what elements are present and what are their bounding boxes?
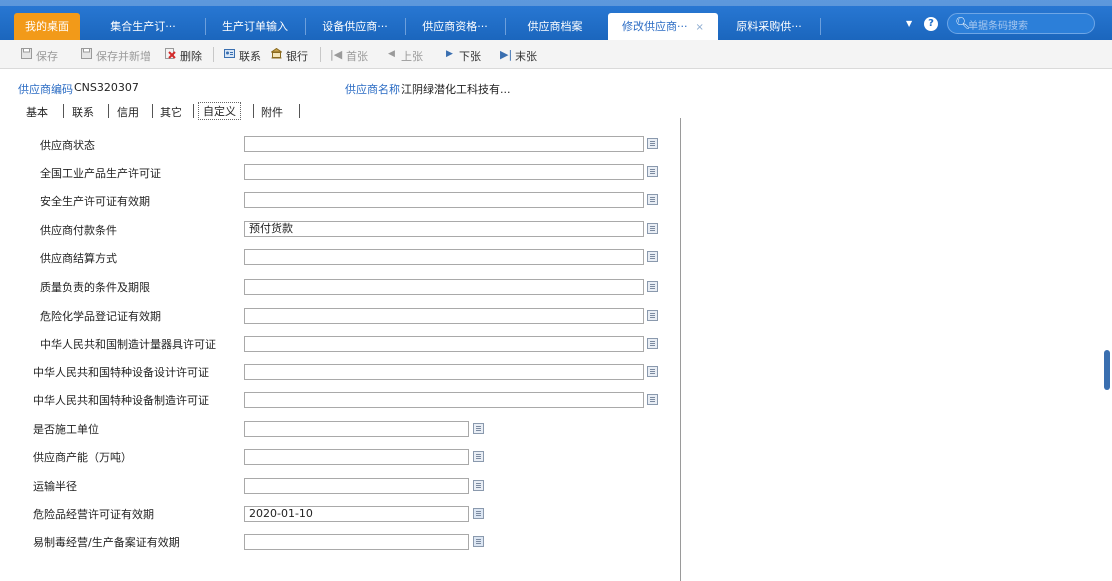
bank-button[interactable]: 银行 [286,48,308,64]
lookup-icon[interactable] [647,366,658,377]
tab-label: 我的桌面 [25,20,69,33]
supplier-status-input[interactable] [244,136,644,152]
search-input[interactable]: 🔍︎ 单据条码搜索 [947,13,1095,34]
search-placeholder: 单据条码搜索 [968,21,1028,32]
tab-supplier-archive[interactable]: 供应商档案 [508,13,602,40]
field-label: 危险品经营许可证有效期 [33,508,154,521]
tab-label: 生产订单输入 [222,20,288,33]
previous-record-button[interactable]: 上张 [401,48,423,64]
settlement-method-input[interactable] [244,249,644,265]
save-and-new-button[interactable]: 保存并新增 [96,48,151,64]
chevron-down-icon[interactable]: ▼ [906,19,912,28]
save-button[interactable]: 保存 [36,48,58,64]
next-icon: ▶ [446,49,453,59]
lookup-icon[interactable] [647,310,658,321]
lookup-icon[interactable] [647,281,658,292]
tab-label: 集合生产订··· [110,20,176,33]
field-label: 供应商结算方式 [40,252,117,265]
subtab-custom[interactable]: 自定义 [198,102,241,120]
dangerous-goods-license-date-input[interactable]: 2020-01-10 [244,506,469,522]
contact-button[interactable]: 联系 [239,48,261,64]
lookup-icon[interactable] [647,251,658,262]
lookup-icon[interactable] [473,451,484,462]
delete-icon [165,48,176,59]
lookup-icon[interactable] [647,138,658,149]
transport-radius-input[interactable] [244,478,469,494]
supplier-name-label: 供应商名称 [345,83,400,96]
first-record-button[interactable]: 首张 [346,48,368,64]
next-record-button[interactable]: 下张 [459,48,481,64]
special-equipment-design-license-input[interactable] [244,364,644,380]
tab-production-order-input[interactable]: 生产订单输入 [208,13,302,40]
subtab-contact[interactable]: 联系 [72,104,94,120]
panel-divider [680,118,681,581]
field-label: 中华人民共和国特种设备设计许可证 [33,366,209,379]
tab-label: 设备供应商··· [322,20,388,33]
tab-label: 供应商档案 [527,20,583,33]
tab-my-desktop[interactable]: 我的桌面 [14,13,80,40]
lookup-icon[interactable] [473,480,484,491]
delete-button[interactable]: 删除 [180,48,202,64]
field-label: 全国工业产品生产许可证 [40,167,161,180]
safety-license-validity-input[interactable] [244,192,644,208]
lookup-icon[interactable] [647,394,658,405]
save-icon [21,48,32,59]
field-label: 供应商产能（万吨） [33,451,132,464]
supplier-code-value: CNS320307 [74,81,139,94]
scrollbar-handle[interactable] [1104,350,1110,390]
field-label: 中华人民共和国制造计量器具许可证 [40,338,216,351]
subtab-other[interactable]: 其它 [160,104,182,120]
tab-collect-production-order[interactable]: 集合生产订··· [96,13,190,40]
field-label: 供应商状态 [40,139,95,152]
measuring-instrument-license-input[interactable] [244,336,644,352]
subtab-attachment[interactable]: 附件 [261,104,283,120]
help-icon[interactable]: ? [924,17,938,31]
save-new-icon [81,48,92,59]
calendar-icon[interactable] [473,536,484,547]
lookup-icon[interactable] [473,423,484,434]
field-label: 中华人民共和国特种设备制造许可证 [33,394,209,407]
quality-conditions-input[interactable] [244,279,644,295]
previous-icon: ◀ [388,49,395,59]
supplier-capacity-input[interactable] [244,449,469,465]
last-record-button[interactable]: 末张 [515,48,537,64]
supplier-code-label: 供应商编码 [18,83,73,96]
field-label: 安全生产许可证有效期 [40,195,150,208]
subtab-credit[interactable]: 信用 [117,104,139,120]
bank-icon [271,48,282,59]
industrial-license-input[interactable] [244,164,644,180]
toolbar: 保存 保存并新增 删除 联系 银行 |◀ 首张 ◀ 上张 ▶ 下张 ▶| 末张 [0,40,1112,69]
contact-icon [224,49,235,58]
hazchem-registration-input[interactable] [244,308,644,324]
tab-label: 原料采购供··· [736,20,802,33]
last-record-icon: ▶| [500,48,513,61]
lookup-icon[interactable] [647,194,658,205]
subtab-basic[interactable]: 基本 [26,104,48,120]
precursor-filing-date-input[interactable] [244,534,469,550]
lookup-icon[interactable] [647,166,658,177]
tab-equipment-supplier[interactable]: 设备供应商··· [308,13,402,40]
special-equipment-manufacture-license-input[interactable] [244,392,644,408]
supplier-name-value: 江阴绿潜化工科技有... [401,83,511,96]
payment-terms-input[interactable]: 预付货款 [244,221,644,237]
tab-label: 供应商资格··· [422,20,488,33]
tab-edit-supplier[interactable]: 修改供应商··· × [608,13,718,40]
first-record-icon: |◀ [330,48,343,61]
is-construction-unit-input[interactable] [244,421,469,437]
tab-label: 修改供应商··· [622,20,688,33]
lookup-icon[interactable] [647,338,658,349]
tab-bar: 我的桌面 集合生产订··· 生产订单输入 设备供应商··· 供应商资格··· 供… [0,0,1112,40]
field-label: 是否施工单位 [33,423,99,436]
field-label: 运输半径 [33,480,77,493]
tab-raw-material-supplier[interactable]: 原料采购供··· [722,13,816,40]
field-label: 供应商付款条件 [40,224,117,237]
field-label: 危险化学品登记证有效期 [40,310,161,323]
field-label: 易制毒经营/生产备案证有效期 [33,536,180,549]
close-icon[interactable]: × [696,22,704,33]
lookup-icon[interactable] [647,223,658,234]
calendar-icon[interactable] [473,508,484,519]
field-label: 质量负责的条件及期限 [40,281,150,294]
tab-supplier-qualification[interactable]: 供应商资格··· [408,13,502,40]
